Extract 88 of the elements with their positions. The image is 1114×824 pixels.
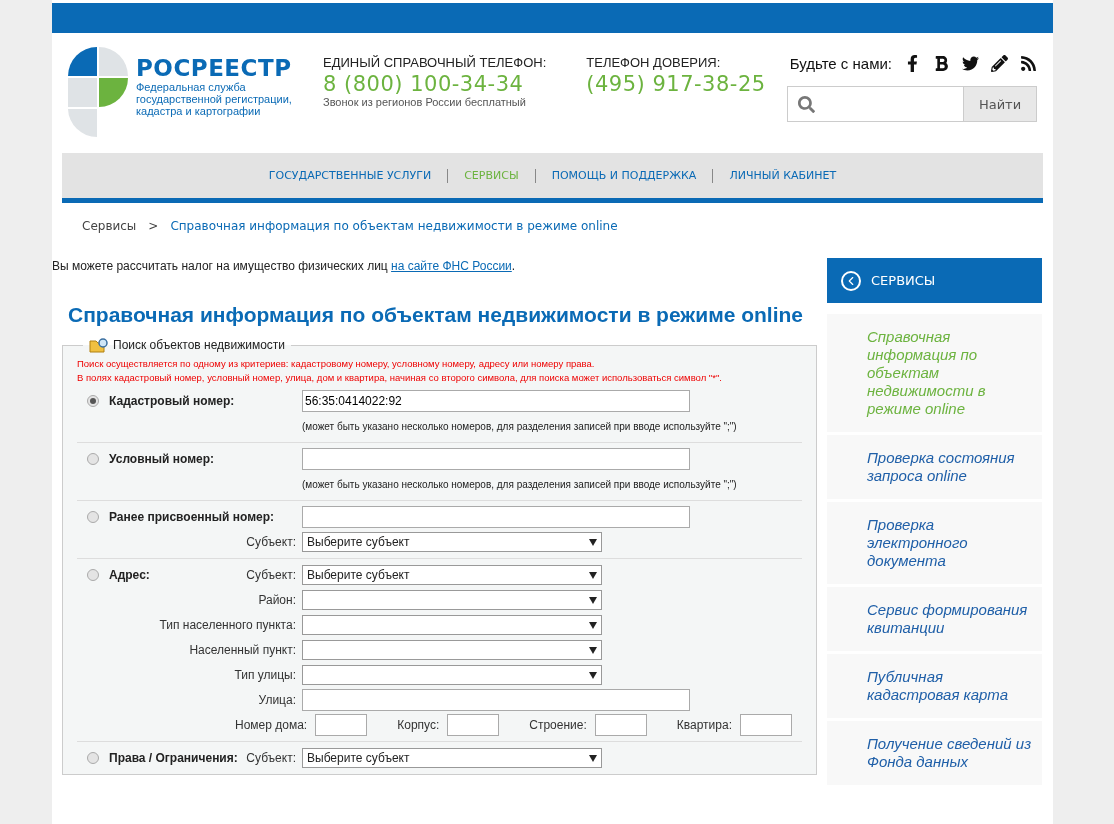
field-label: Тип населенного пункта:	[159, 618, 297, 632]
field-label: Корпус:	[397, 718, 440, 732]
caret-icon	[589, 596, 597, 604]
bird-icon[interactable]	[962, 55, 979, 72]
field-label: Субъект:	[246, 751, 297, 765]
caret-icon	[589, 754, 597, 762]
sidebar-item[interactable]: Публичная кадастровая карта	[827, 654, 1042, 718]
radio-button[interactable]	[87, 569, 99, 581]
back-circle-icon	[841, 270, 861, 291]
caret-icon	[589, 646, 597, 654]
bold-b-icon[interactable]	[933, 55, 950, 72]
rss-icon[interactable]	[1020, 55, 1037, 72]
caret-icon	[589, 621, 597, 629]
phone-title: ТЕЛЕФОН ДОВЕРИЯ:	[586, 55, 722, 70]
sidebar-item[interactable]: Получение сведений из Фонда данных	[827, 721, 1042, 785]
field-label: Строение:	[529, 718, 587, 732]
sidebar-item[interactable]: Проверка электронного документа	[827, 502, 1042, 584]
caret-icon	[589, 538, 597, 546]
logo-name: РОСРЕЕСТР	[136, 55, 292, 81]
criterion-label: Условный номер:	[109, 452, 215, 466]
phone-number: (495) 917-38-25	[586, 72, 766, 96]
search-button[interactable]: Найти	[963, 87, 1036, 121]
fns-link[interactable]: на сайте ФНС России	[391, 259, 512, 273]
social-label: Будьте с нами:	[789, 55, 892, 72]
sidebar-item[interactable]: Проверка состояния запроса online	[827, 435, 1042, 499]
panel-title: Поиск объектов недвижимости	[113, 338, 285, 352]
sidebar-item[interactable]: Сервис формирования квитанции	[827, 587, 1042, 651]
radio-button[interactable]	[87, 511, 99, 523]
criterion-label: Кадастровый номер:	[109, 394, 235, 408]
radio-button[interactable]	[87, 395, 99, 407]
criterion-label: Адрес:	[109, 568, 150, 582]
field-label: Тип улицы:	[234, 668, 297, 682]
field-label: Улица:	[258, 693, 297, 707]
criterion-label: Ранее присвоенный номер:	[109, 510, 275, 524]
folder-search-icon	[89, 337, 109, 353]
dropdown[interactable]: Выберите субъект	[302, 532, 602, 552]
caret-icon	[589, 571, 597, 579]
input-field[interactable]	[315, 714, 368, 736]
field-label: Субъект:	[246, 568, 297, 582]
dropdown-value: Выберите субъект	[307, 535, 411, 549]
sidebar-title: СЕРВИСЫ	[871, 273, 936, 288]
nav-link[interactable]: ЛИЧНЫЙ КАБИНЕТ	[712, 168, 853, 183]
input-field[interactable]	[302, 506, 690, 528]
logo-icon	[68, 47, 128, 137]
dropdown-value: Выберите субъект	[307, 751, 411, 765]
dropdown-value: Выберите субъект	[307, 568, 411, 582]
breadcrumb-separator: >	[148, 219, 159, 233]
phone-title: ЕДИНЫЙ СПРАВОЧНЫЙ ТЕЛЕФОН:	[323, 55, 547, 70]
logo-subtitle: Федеральная служба	[136, 81, 247, 93]
radio-button[interactable]	[87, 453, 99, 465]
breadcrumb-link[interactable]: Сервисы	[82, 219, 137, 233]
phone-number: 8 (800) 100-34-34	[323, 72, 525, 96]
input-field[interactable]	[594, 714, 647, 736]
search-icon	[798, 96, 815, 113]
logo-subtitle: кадастра и картографии	[136, 105, 261, 117]
notice-text: В полях кадастровый номер, условный номер, улица, дом и квартира, начиная со второго символа, для поиска может использоваться символ "*".	[77, 371, 723, 385]
criterion-label: Права / Ограничения:	[109, 751, 238, 765]
dropdown[interactable]	[302, 615, 602, 635]
input-field[interactable]	[740, 714, 792, 736]
phone-note: Звонок из регионов России бесплатный	[323, 96, 527, 108]
radio-button[interactable]	[87, 752, 99, 764]
hint-text: (может быть указано несколько номеров, для разделения записей при вводе используйте ";")	[302, 420, 737, 432]
input-field[interactable]	[302, 448, 690, 470]
notice-text: Поиск осуществляется по одному из критериев: кадастровому номеру, условному номеру, адресу или номеру права.	[77, 357, 596, 371]
input-field[interactable]: 56:35:0414022:92	[302, 390, 690, 412]
field-label: Квартира:	[676, 718, 732, 732]
dropdown[interactable]: Выберите субъект	[302, 748, 602, 768]
dropdown[interactable]	[302, 590, 602, 610]
search-field[interactable]: Найти	[787, 86, 1037, 122]
field-label: Субъект:	[246, 535, 297, 549]
tax-note: Вы можете рассчитать налог на имущество физических лиц на сайте ФНС России.	[52, 259, 517, 273]
page-title: Справочная информация по объектам недвижимости в режиме online	[68, 303, 805, 327]
input-field[interactable]	[302, 689, 690, 711]
sidebar-header[interactable]: СЕРВИСЫ	[827, 258, 1042, 303]
dropdown[interactable]	[302, 665, 602, 685]
pencil-icon[interactable]	[991, 55, 1008, 72]
field-label: Номер дома:	[235, 718, 308, 732]
caret-icon	[589, 671, 597, 679]
nav-link[interactable]: ГОСУДАРСТВЕННЫЕ УСЛУГИ	[252, 168, 448, 183]
dropdown[interactable]	[302, 640, 602, 660]
hint-text: (может быть указано несколько номеров, для разделения записей при вводе используйте ";")	[302, 478, 737, 490]
field-label: Населенный пункт:	[189, 643, 297, 657]
field-label: Район:	[258, 593, 297, 607]
input-field[interactable]	[447, 714, 500, 736]
nav-link[interactable]: ПОМОЩЬ И ПОДДЕРЖКА	[534, 168, 713, 183]
breadcrumb-link[interactable]: Справочная информация по объектам недвижимости в режиме online	[170, 219, 618, 233]
logo-subtitle: государственной регистрации,	[136, 93, 292, 105]
dropdown[interactable]: Выберите субъект	[302, 565, 602, 585]
